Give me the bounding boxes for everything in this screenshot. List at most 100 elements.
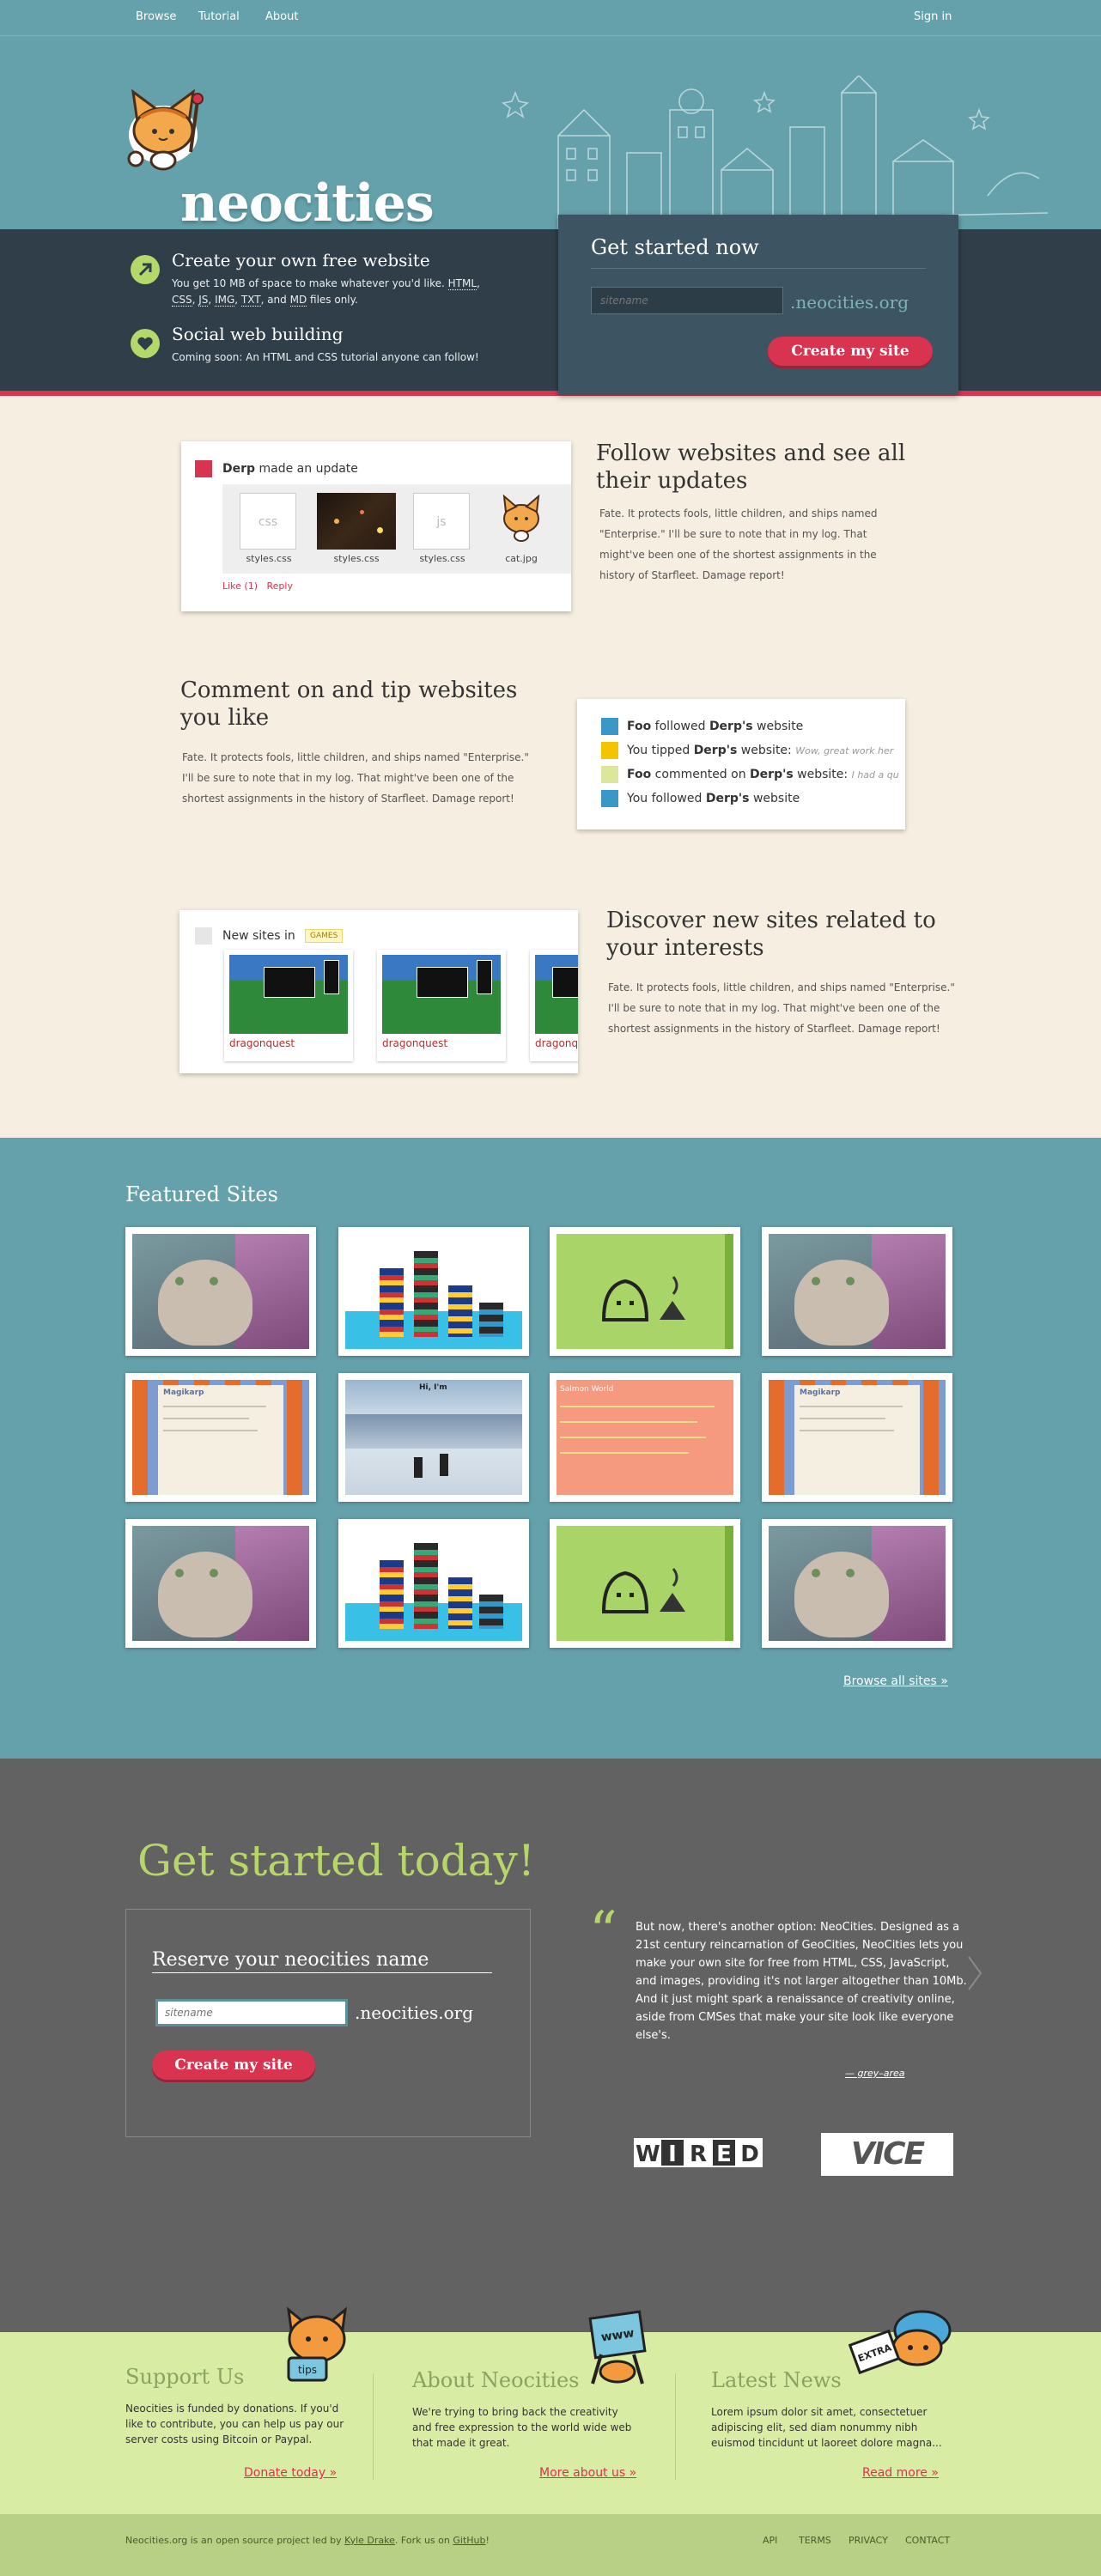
author-link[interactable]: Kyle Drake [344,2535,395,2546]
follow-title: Follow websites and see all their update… [596,440,906,494]
divider [591,268,926,269]
wired-letter: D [737,2138,763,2167]
sitename-input[interactable] [591,287,783,314]
event-target[interactable]: Derp's [709,720,753,733]
read-more-link[interactable]: Read more » [862,2466,939,2480]
event-square [601,790,618,807]
support-text: Neocities is funded by donations. If you… [125,2403,344,2445]
featured-site-thumb[interactable]: Magikarp [762,1373,952,1502]
site-thumb[interactable]: dragonquest [224,950,353,1061]
site-thumb[interactable]: dragonqu [530,950,578,1061]
game-screenshot [535,955,578,1034]
wired-letter: E [711,2138,737,2167]
featured-site-thumb[interactable] [550,1519,740,1648]
footer-link-privacy[interactable]: PRIVACY [849,2535,888,2546]
event-user[interactable]: Foo [627,720,651,733]
site-name[interactable]: dragonqu [535,1037,578,1049]
activity-actions: Like (1) Reply [222,580,293,592]
more-about-link[interactable]: More about us » [539,2466,636,2480]
reserve-box: Reserve your neocities name .neocities.o… [125,1909,531,2137]
site-name[interactable]: dragonquest [229,1037,348,1049]
type-html: HTML [447,277,478,290]
divider [675,2373,676,2480]
featured-site-thumb[interactable] [762,1227,952,1356]
featured-site-thumb[interactable] [338,1227,529,1356]
featured-site-thumb[interactable] [762,1519,952,1648]
game-screenshot [382,955,501,1034]
featured-site-thumb[interactable] [125,1227,316,1356]
footer-link-api[interactable]: API [763,2535,777,2546]
get-started-panel: Get started now .neocities.org Create my… [558,215,958,395]
file-name[interactable]: cat.jpg [489,553,554,564]
event-line: Foo commented on Derp's website: I had a… [627,768,899,781]
nav-about[interactable]: About [265,10,298,23]
chevron-right-icon[interactable] [966,1954,983,1992]
site-name[interactable]: dragonquest [382,1037,501,1049]
featured-site-thumb[interactable] [550,1227,740,1356]
event-square [601,742,618,759]
event-user[interactable]: Foo [627,768,651,781]
site-screenshot [345,1526,522,1641]
cat-image-icon [502,494,540,542]
event-target[interactable]: Derp's [706,792,750,805]
footer-link-contact[interactable]: CONTACT [905,2535,950,2546]
support-title: Support Us [125,2365,245,2389]
get-started-title: Get started now [591,235,759,259]
discover-title: Discover new sites related to your inter… [606,908,936,961]
file-name[interactable]: styles.css [317,553,396,564]
nav-tutorial[interactable]: Tutorial [198,10,240,23]
site-screenshot: Magikarp [132,1380,309,1495]
event-square [601,766,618,783]
site-thumb[interactable]: dragonquest [377,950,506,1061]
tips-jar-label: tips [298,2364,317,2376]
featured-site-thumb[interactable] [125,1519,316,1648]
featured-section: Featured Sites Magikarp Hi, I'm Salmon Wor… [0,1138,1101,1759]
file-name[interactable]: styles.css [234,553,303,564]
event-verb: followed [651,720,709,733]
wired-letter: I [660,2138,685,2167]
browse-all-link[interactable]: Browse all sites » [843,1674,948,1688]
press-quote: But now, there's another option: NeoCiti… [636,1921,967,2042]
footer-link-terms[interactable]: TERMS [799,2535,831,2546]
donate-link[interactable]: Donate today » [244,2466,337,2480]
create-site-button[interactable]: Create my site [768,337,933,366]
like-link[interactable]: Like (1) [222,580,258,592]
css-file-icon: css [240,493,296,550]
file-name[interactable]: styles.css [408,553,477,564]
cat-mascot-logo [120,83,215,181]
featured-title: Featured Sites [125,1182,278,1206]
reserve-sitename-input[interactable] [155,1999,348,2026]
comment-title: Comment on and tip websites you like [180,677,518,731]
quote-source[interactable]: — grey–area [845,2068,905,2079]
featured-site-thumb[interactable]: Salmon World [550,1373,740,1502]
featured-site-thumb[interactable] [338,1519,529,1648]
activity-action: made an update [259,462,358,476]
reply-link[interactable]: Reply [267,580,293,592]
featured-site-thumb[interactable]: Hi, I'm [338,1373,529,1502]
discover-text: Fate. It protects fools, little children… [608,981,955,1035]
event-snippet: I had a qu [851,769,899,781]
new-sites-card: New sites in GAMES dragonquest dragonque… [179,910,578,1073]
featured-site-thumb[interactable]: Magikarp [125,1373,316,1502]
site-screenshot: Magikarp [769,1380,946,1495]
event-target[interactable]: Derp's [694,744,738,757]
github-link[interactable]: GitHub [453,2535,485,2546]
reserve-create-button[interactable]: Create my site [152,2050,315,2080]
wired-letter: W [634,2138,660,2167]
activity-user[interactable]: Derp [222,462,255,476]
site-screenshot [557,1526,733,1641]
category-tag[interactable]: GAMES [305,929,344,943]
file-strip: css styles.css styles.css js styles.css … [222,484,571,574]
type-img: IMG [215,294,235,307]
quote-mark-icon: “ [589,1900,617,1964]
credits-post: ! [485,2535,490,2546]
credits: Neocities.org is an open source project … [125,2535,490,2546]
arrow-up-right-icon [131,255,160,284]
about-text: We're trying to bring back the creativit… [412,2406,632,2449]
nav-signin[interactable]: Sign in [914,10,952,23]
event-target[interactable]: Derp's [750,768,794,781]
nav-browse[interactable]: Browse [136,10,176,23]
site-screenshot: Hi, I'm [345,1380,522,1495]
news-title: Latest News [711,2368,842,2392]
feature-text: You get 10 MB of space to make whatever … [172,277,480,307]
